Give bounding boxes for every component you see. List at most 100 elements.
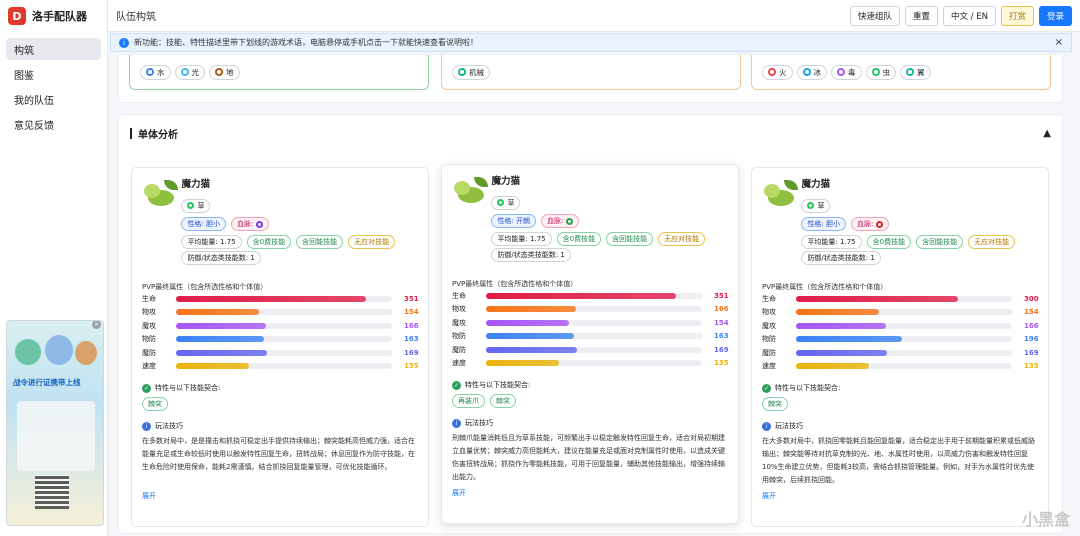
language-toggle-button[interactable]: 中文 / EN (942, 5, 996, 26)
stat-value: 135 (1024, 362, 1039, 371)
pet-avatar (452, 173, 488, 213)
sidebar-item-feedback[interactable]: 意见反馈 (6, 113, 101, 135)
type-chip[interactable]: 虫 (865, 64, 896, 80)
type-chip[interactable]: 火 (762, 64, 793, 80)
team-type-panel: 水 光 地 机械 火 冰 毒 虫 翼 (118, 54, 1063, 103)
pet-info: 魔力猫草性格: 开朗 血脉: 平均能量: 1.75 含0费技能 含回能技能 无应对技能 防御… (491, 173, 728, 262)
stat-value: 196 (1024, 335, 1039, 344)
stat-row: 生命 351 (452, 289, 729, 303)
single-analysis-section: 单体分析 ▲ 魔力猫草性格: 胆小 血脉: 平均能量: 1.75 含0费技能 含回能技能… (118, 114, 1063, 534)
traits-header: ✓ 特性与以下技能契合: (762, 383, 1038, 393)
traits-title: 特性与以下技能契合: (155, 384, 221, 392)
skill-tag: 无应对技能 (968, 235, 1016, 249)
sidebar-item-build[interactable]: 构筑 (6, 38, 101, 60)
skill-chip[interactable]: 棘突 (762, 397, 788, 411)
stat-bar-track (486, 360, 702, 367)
pet-avatar-part (764, 184, 780, 198)
type-chip[interactable]: 机械 (452, 64, 490, 80)
stat-row: 魔攻 154 (452, 316, 729, 330)
nature-badge[interactable]: 性格: 胆小 (181, 217, 227, 231)
type-chip[interactable]: 光 (174, 64, 205, 80)
collapse-icon[interactable]: ▲ (1043, 128, 1051, 139)
type-icon (215, 68, 223, 76)
reset-button[interactable]: 重置 (904, 5, 938, 26)
stat-row: 物攻 166 (452, 303, 729, 317)
skill-chip[interactable]: 再装爪 (452, 394, 485, 408)
type-chip[interactable]: 毒 (831, 64, 862, 80)
tag-row: 平均能量: 1.75 含0费技能 含回能技能 无应对技能 防御/状态类技能数: 1 (491, 232, 728, 262)
bloodline-badge[interactable]: 血脉: (231, 217, 270, 231)
app-logo-icon: D (8, 7, 26, 25)
stat-bar-track (486, 319, 702, 326)
stat-value: 166 (714, 305, 729, 314)
stat-bar-fill (176, 295, 366, 302)
skill-tag: 含0费技能 (556, 232, 602, 246)
nature-badge[interactable]: 性格: 胆小 (801, 217, 847, 231)
stat-label: 物防 (452, 332, 466, 341)
skill-chip[interactable]: 棘突 (490, 394, 516, 408)
bloodline-label: 血脉: (857, 220, 874, 228)
stat-bar-fill (486, 319, 570, 326)
type-coverage-box: 火冰毒虫翼 (751, 55, 1051, 90)
close-icon[interactable]: × (1055, 37, 1063, 48)
skill-chip[interactable]: 棘突 (142, 397, 168, 411)
type-chip[interactable]: 水 (140, 64, 171, 80)
bloodline-badge[interactable]: 血脉: (541, 214, 580, 228)
skill-tag: 防御/状态类技能数: 1 (801, 251, 881, 265)
ad-banner[interactable]: 战令进行证携带上线 × (6, 320, 104, 526)
stat-label: 速度 (452, 359, 466, 368)
stat-bar-fill (796, 322, 886, 329)
stat-bar-track (176, 336, 392, 343)
ad-close-icon[interactable]: × (92, 321, 101, 329)
stat-bar-track (486, 333, 702, 340)
quick-team-button[interactable]: 快速组队 (849, 5, 900, 26)
section-accent-bar (130, 127, 132, 139)
type-chip-label: 机械 (469, 67, 484, 77)
check-icon: ✓ (142, 383, 151, 393)
type-icon (768, 68, 776, 76)
type-chip[interactable]: 冰 (796, 64, 827, 80)
ad-creature-image (15, 339, 41, 365)
check-icon: ✓ (762, 383, 771, 393)
expand-link[interactable]: 展开 (762, 491, 1038, 501)
pet-type-badge: 草 (801, 198, 831, 213)
top-actions: 快速组队 重置 中文 / EN 打赏 登录 (849, 5, 1072, 26)
bloodline-badge[interactable]: 血脉: (851, 217, 890, 231)
stat-bar-fill (486, 346, 578, 353)
stat-bar-track (486, 346, 702, 353)
stat-label: 速度 (762, 362, 776, 371)
stat-bar-track (796, 295, 1012, 302)
bloodline-label: 血脉: (237, 220, 254, 228)
stat-row: 魔防 169 (142, 346, 419, 360)
stat-bar-track (796, 322, 1012, 329)
type-icon (802, 68, 811, 76)
stat-row: 生命 351 (142, 292, 419, 306)
sidebar-item-my-teams[interactable]: 我的队伍 (6, 88, 101, 110)
info-icon: i (142, 421, 151, 431)
stat-label: 魔防 (452, 345, 466, 354)
stat-bar-fill (176, 336, 265, 343)
login-button[interactable]: 登录 (1038, 5, 1072, 26)
skill-tag: 平均能量: 1.75 (181, 235, 242, 249)
tips-title: 玩法技巧 (465, 419, 493, 427)
pet-name: 魔力猫 (181, 179, 210, 190)
brand[interactable]: D 洛手配队器 (0, 0, 107, 32)
stat-row: 物防 163 (452, 330, 729, 344)
sidebar-item-pokedex[interactable]: 图鉴 (6, 63, 101, 85)
pet-type-badge: 草 (491, 195, 521, 210)
grass-type-icon (187, 202, 195, 209)
skill-tag: 含0费技能 (866, 235, 912, 249)
section-title: 单体分析 (138, 129, 178, 141)
stat-bar-track (176, 295, 392, 302)
stat-row: 物攻 154 (142, 306, 419, 320)
stat-row: 魔攻 166 (142, 319, 419, 333)
expand-link[interactable]: 展开 (142, 491, 418, 501)
skill-tag: 无应对技能 (658, 232, 706, 246)
nature-badge[interactable]: 性格: 开朗 (491, 214, 537, 228)
sponsor-button[interactable]: 打赏 (1000, 5, 1034, 26)
type-chip[interactable]: 地 (209, 64, 240, 80)
type-chip[interactable]: 翼 (900, 64, 931, 80)
expand-link[interactable]: 展开 (452, 488, 728, 498)
type-icon (871, 68, 880, 76)
stat-label: 魔攻 (762, 321, 776, 330)
